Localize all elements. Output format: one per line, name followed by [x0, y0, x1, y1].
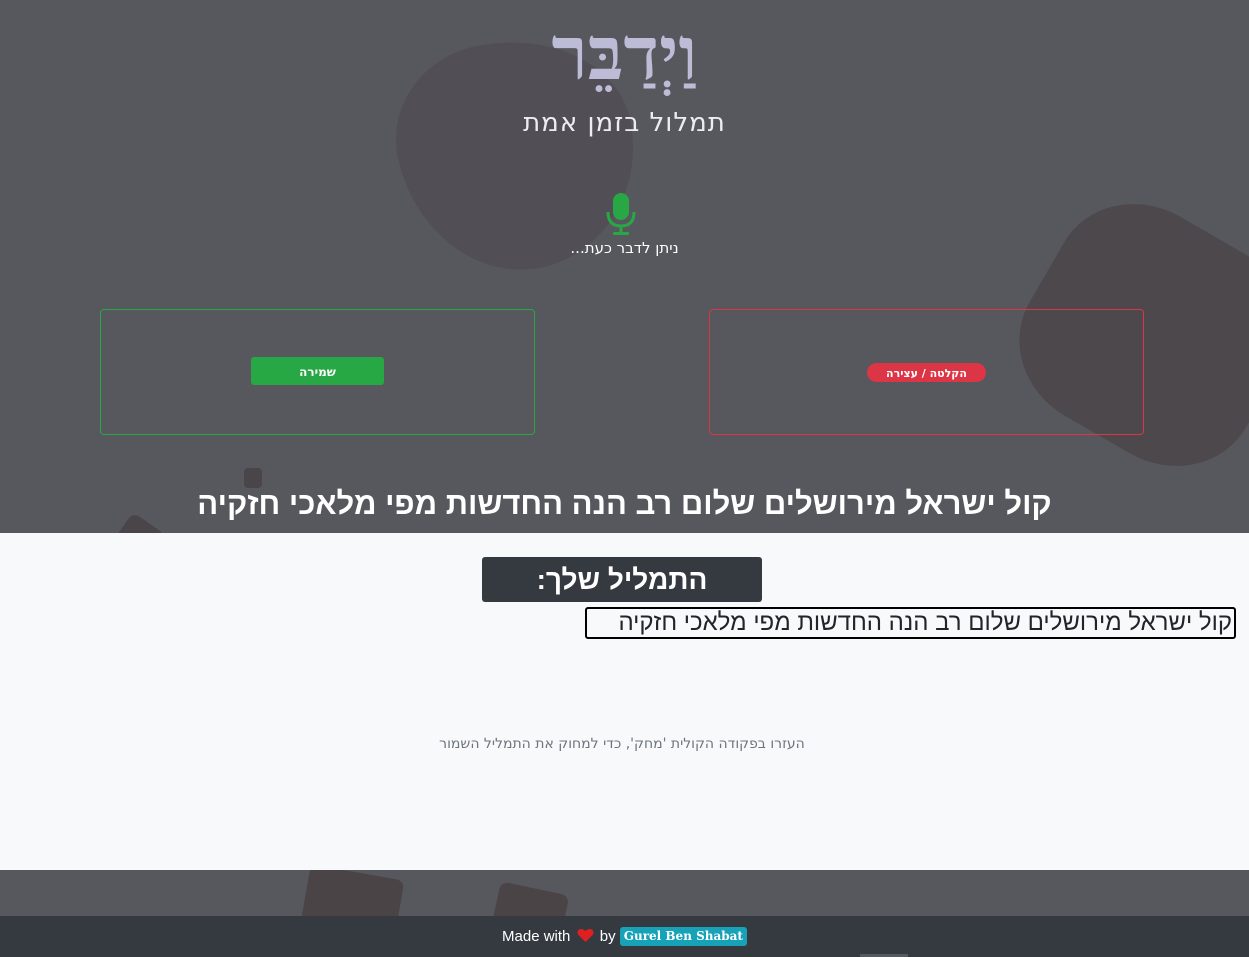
app-subtitle: תמלול בזמן אמת	[523, 108, 726, 138]
saved-transcript[interactable]: קול ישראל מירושלים שלום רב הנה החדשות מפ…	[585, 607, 1236, 639]
recording-status: ניתן לדבר כעת...	[570, 239, 679, 257]
save-panel: שמירה	[100, 309, 535, 435]
transcript-title: התמליל שלך:	[482, 557, 762, 602]
footer: Made with by Gurel Ben Shabat	[0, 916, 1249, 957]
record-panel: הקלטה / עצירה	[709, 309, 1144, 435]
delete-hint: העזרו בפקודה הקולית 'מחק', כדי למחוק את …	[439, 736, 805, 752]
header: וַיְדַבֵּר תמלול בזמן אמת ניתן לדבר כעת.…	[0, 0, 1249, 530]
record-stop-button[interactable]: הקלטה / עצירה	[867, 363, 986, 382]
transcript-section: התמליל שלך: קול ישראל מירושלים שלום רב ה…	[0, 533, 1249, 870]
microphone-icon[interactable]	[604, 192, 638, 238]
save-button[interactable]: שמירה	[251, 357, 384, 385]
author-badge[interactable]: Gurel Ben Shabat	[619, 927, 747, 946]
app-logo: וַיְדַבֵּר	[551, 11, 698, 97]
footer-credit: Made with by Gurel Ben Shabat	[0, 927, 1249, 947]
live-transcript: קול ישראל מירושלים שלום רב הנה החדשות מפ…	[197, 486, 1052, 521]
made-with-text: Made with	[502, 928, 571, 945]
heart-icon	[577, 928, 594, 943]
by-text: by	[599, 928, 616, 945]
